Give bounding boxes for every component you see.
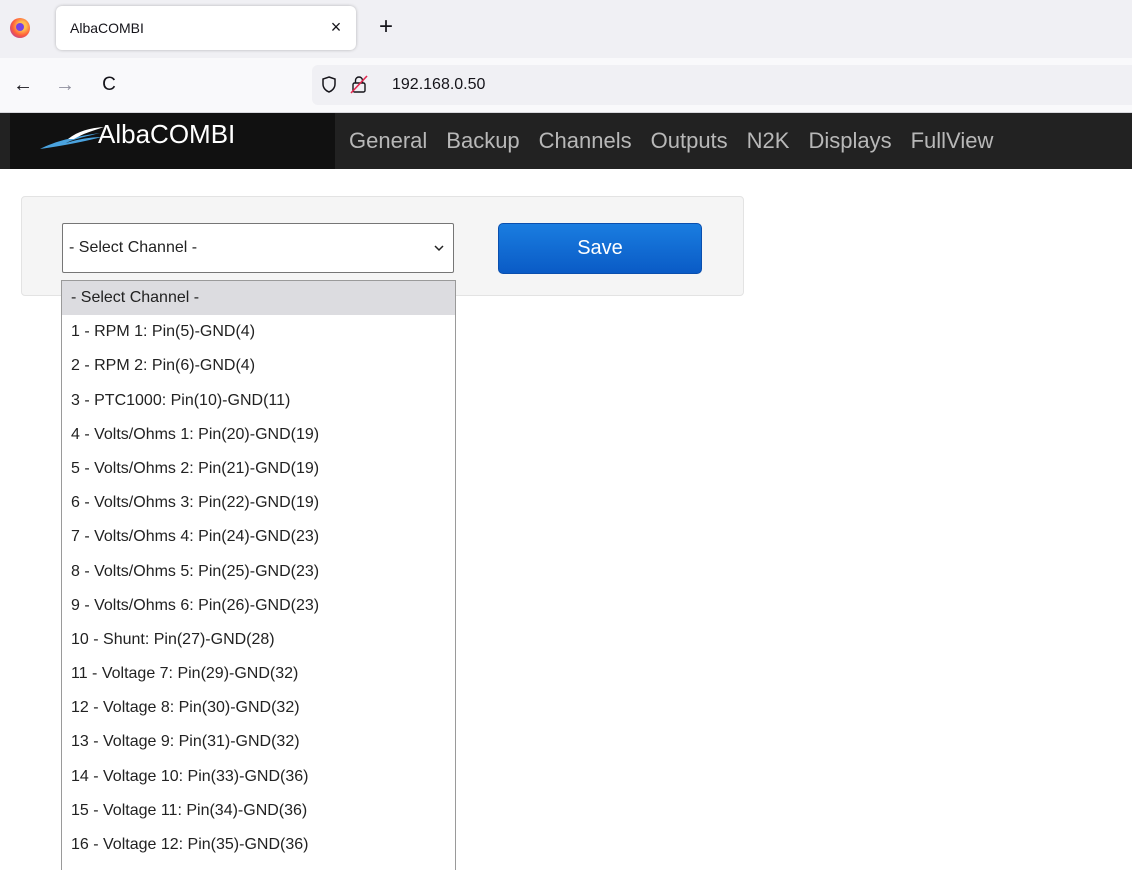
channel-select[interactable]: - Select Channel -	[62, 223, 454, 273]
browser-tab[interactable]: AlbaCOMBI ×	[56, 6, 356, 50]
reload-button[interactable]: C	[96, 72, 122, 98]
dropdown-option[interactable]: 16 - Voltage 12: Pin(35)-GND(36)	[62, 828, 455, 862]
shield-icon[interactable]	[322, 76, 336, 93]
channel-select-value: - Select Channel -	[69, 239, 198, 256]
chevron-down-icon	[434, 245, 444, 252]
lock-icon[interactable]	[350, 75, 368, 94]
menu-displays[interactable]: Displays	[808, 113, 891, 169]
browser-nav-bar: ← → C 192.168.0.50	[0, 58, 1132, 113]
new-tab-button[interactable]: +	[373, 12, 399, 42]
menu-fullview[interactable]: FullView	[911, 113, 994, 169]
firefox-logo-icon[interactable]	[10, 18, 30, 38]
dropdown-option[interactable]: 10 - Shunt: Pin(27)-GND(28)	[62, 623, 455, 657]
menu-general[interactable]: General	[349, 113, 427, 169]
tab-title: AlbaCOMBI	[70, 20, 144, 36]
menu-backup[interactable]: Backup	[446, 113, 519, 169]
dropdown-option[interactable]: 5 - Volts/Ohms 2: Pin(21)-GND(19)	[62, 452, 455, 486]
dropdown-option[interactable]: 2 - RPM 2: Pin(6)-GND(4)	[62, 349, 455, 383]
brand-title: AlbaCOMBI	[98, 119, 236, 149]
dropdown-option[interactable]: 6 - Volts/Ohms 3: Pin(22)-GND(19)	[62, 486, 455, 520]
browser-tab-bar: AlbaCOMBI × +	[0, 0, 1132, 58]
dropdown-option[interactable]: 14 - Voltage 10: Pin(33)-GND(36)	[62, 760, 455, 794]
dropdown-option[interactable]: 1 - RPM 1: Pin(5)-GND(4)	[62, 315, 455, 349]
dropdown-option[interactable]: 9 - Volts/Ohms 6: Pin(26)-GND(23)	[62, 589, 455, 623]
app-navbar: AlbaCOMBI General Backup Channels Output…	[0, 113, 1132, 169]
dropdown-option[interactable]: 11 - Voltage 7: Pin(29)-GND(32)	[62, 657, 455, 691]
dropdown-option[interactable]: 4 - Volts/Ohms 1: Pin(20)-GND(19)	[62, 418, 455, 452]
dropdown-option[interactable]: 12 - Voltage 8: Pin(30)-GND(32)	[62, 691, 455, 725]
dropdown-option[interactable]: 3 - PTC1000: Pin(10)-GND(11)	[62, 384, 455, 418]
forward-button[interactable]: →	[52, 72, 78, 98]
dropdown-option[interactable]: - Select Channel -	[62, 281, 455, 316]
dropdown-option[interactable]: 15 - Voltage 11: Pin(34)-GND(36)	[62, 794, 455, 828]
close-tab-icon[interactable]: ×	[326, 17, 346, 37]
main-menu: General Backup Channels Outputs N2K Disp…	[349, 113, 1012, 169]
menu-n2k[interactable]: N2K	[747, 113, 790, 169]
save-button[interactable]: Save	[498, 223, 702, 274]
dropdown-option[interactable]: 7 - Volts/Ohms 4: Pin(24)-GND(23)	[62, 520, 455, 554]
back-button[interactable]: ←	[10, 72, 36, 98]
url-text: 192.168.0.50	[392, 76, 486, 93]
dropdown-option[interactable]: 13 - Voltage 9: Pin(31)-GND(32)	[62, 725, 455, 759]
dropdown-option[interactable]: 8 - Volts/Ohms 5: Pin(25)-GND(23)	[62, 555, 455, 589]
address-bar[interactable]: 192.168.0.50	[312, 65, 1132, 105]
menu-outputs[interactable]: Outputs	[651, 113, 728, 169]
channel-dropdown-list: - Select Channel -1 - RPM 1: Pin(5)-GND(…	[61, 280, 456, 870]
brand[interactable]: AlbaCOMBI	[10, 113, 335, 169]
menu-channels[interactable]: Channels	[539, 113, 632, 169]
